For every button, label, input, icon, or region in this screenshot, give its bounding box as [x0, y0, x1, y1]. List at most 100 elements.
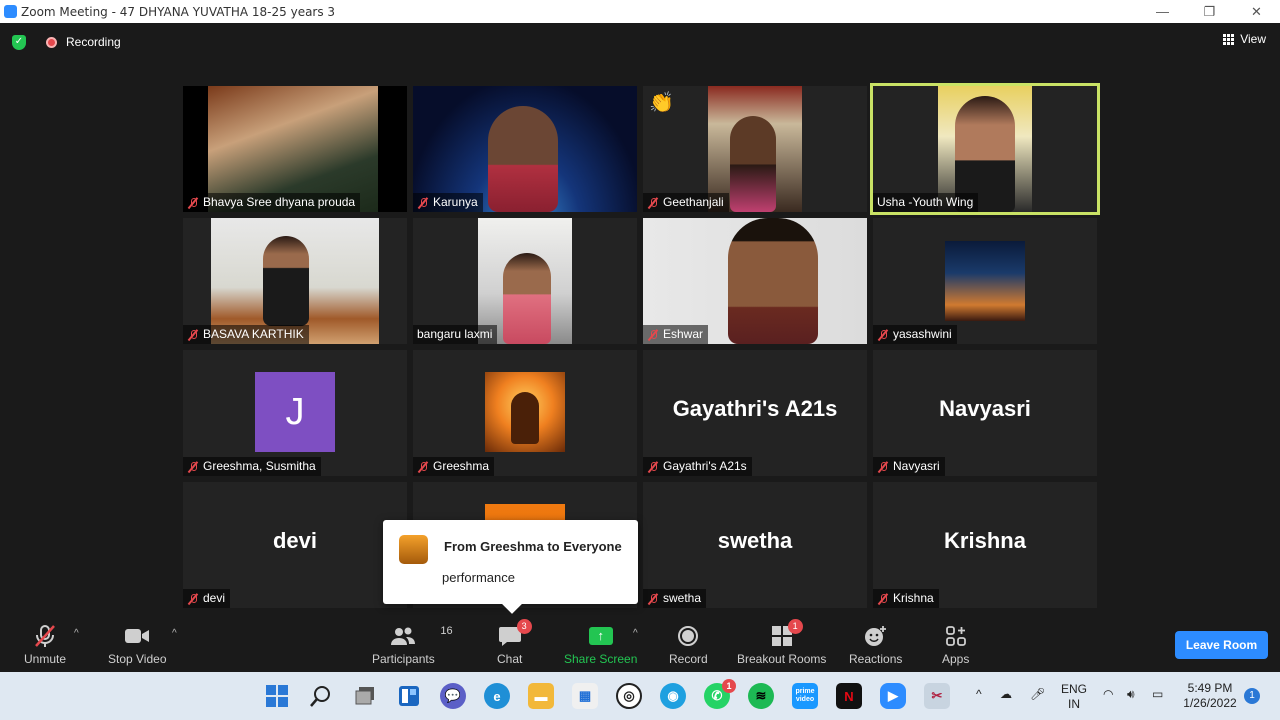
mic-muted-icon: [187, 461, 199, 473]
participant-name-label: Greeshma: [413, 457, 495, 476]
microphone-icon[interactable]: 🎤︎: [1030, 687, 1045, 702]
grid-view-icon: [1223, 33, 1235, 45]
onedrive-icon[interactable]: ☁: [1000, 687, 1012, 702]
tray-overflow-chevron[interactable]: ^: [976, 687, 982, 702]
recording-label: Recording: [66, 35, 121, 49]
participant-tile-active-speaker[interactable]: Usha -Youth Wing: [870, 83, 1100, 215]
reactions-button[interactable]: Reactions: [849, 622, 902, 666]
chat-button[interactable]: 3 Chat: [497, 619, 532, 666]
restore-button[interactable]: ❐: [1186, 0, 1233, 23]
reaction-clap-icon: 👏: [649, 92, 674, 114]
participant-tile[interactable]: Krishna Krishna: [873, 482, 1097, 608]
battery-icon[interactable]: ▭: [1152, 687, 1163, 702]
breakout-rooms-icon: 1: [771, 619, 803, 650]
participant-tile[interactable]: 👏 Geethanjali: [643, 86, 867, 212]
participants-button[interactable]: 16 Participants: [372, 622, 453, 666]
smiley-icon: [864, 622, 888, 650]
chat-notification-message: performance: [442, 570, 515, 585]
view-button[interactable]: View: [1223, 32, 1266, 46]
participant-tile[interactable]: Karunya: [413, 86, 637, 212]
zoom-taskbar-icon[interactable]: ▶: [880, 683, 906, 709]
mic-muted-icon: [647, 197, 659, 209]
mic-muted-icon: [417, 461, 429, 473]
mic-muted-icon: [877, 593, 889, 605]
minimize-button[interactable]: —: [1139, 0, 1186, 23]
video-camera-icon: [124, 622, 150, 650]
apps-button[interactable]: Apps: [942, 622, 969, 666]
participant-name-label: yasashwini: [873, 325, 957, 344]
meeting-toolbar: Unmute ^ Stop Video ^ 16 Participants 3 …: [0, 619, 1280, 672]
chat-notification[interactable]: From Greeshma to Everyone performance: [383, 520, 638, 614]
share-screen-icon: ↑: [588, 622, 613, 650]
zoom-logo-icon: [4, 5, 17, 18]
audio-options-caret[interactable]: ^: [74, 628, 79, 639]
wifi-icon[interactable]: ◠: [1103, 687, 1113, 702]
profile-image: [945, 241, 1025, 321]
recording-icon: [46, 37, 57, 48]
edge-browser-icon[interactable]: e: [484, 683, 510, 709]
mic-muted-icon: [877, 461, 889, 473]
participant-tile[interactable]: Bhavya Sree dhyana prouda: [183, 86, 407, 212]
windows-taskbar: 💬 e ▬ ▦ ◎ ◉ ✆ 1 ≋ prime video N ▶ ✂ ^ ☁ 🎤…: [0, 672, 1280, 720]
participants-count: 16: [440, 625, 453, 637]
netflix-icon[interactable]: N: [836, 683, 862, 709]
language-indicator[interactable]: ENG IN: [1060, 682, 1088, 712]
file-explorer-icon[interactable]: ▬: [528, 683, 554, 709]
spotify-icon[interactable]: ≋: [748, 683, 774, 709]
participant-name-label: devi: [183, 589, 231, 608]
whatsapp-icon[interactable]: ✆ 1: [704, 679, 736, 709]
unmute-button[interactable]: Unmute: [24, 622, 66, 666]
participant-name-label: Geethanjali: [643, 193, 729, 212]
volume-icon[interactable]: 🔊︎: [1127, 687, 1135, 702]
view-label: View: [1240, 32, 1266, 46]
teams-chat-icon[interactable]: 💬: [440, 683, 466, 709]
meeting-area: ✓ Recording View Bhavya Sree dhyana prou…: [0, 23, 1280, 620]
mic-muted-icon: [647, 329, 659, 341]
clock[interactable]: 5:49 PM 1/26/2022: [1178, 681, 1242, 711]
chrome-app-icon[interactable]: ◉: [660, 683, 686, 709]
mic-muted-icon: [647, 461, 659, 473]
stop-video-button[interactable]: Stop Video: [108, 622, 167, 666]
record-icon: [677, 622, 699, 650]
participant-name-label: Navyasri: [873, 457, 945, 476]
breakout-badge: 1: [787, 619, 803, 634]
mic-muted-icon: [187, 329, 199, 341]
participant-tile[interactable]: bangaru laxmi: [413, 218, 637, 344]
share-options-caret[interactable]: ^: [633, 628, 638, 639]
app-icon[interactable]: ◎: [616, 683, 642, 709]
mic-muted-icon: [647, 593, 659, 605]
windows-start-icon[interactable]: [264, 683, 290, 709]
breakout-rooms-button[interactable]: 1 Breakout Rooms: [737, 619, 826, 666]
leave-room-button[interactable]: Leave Room: [1175, 631, 1268, 659]
participant-tile[interactable]: BASAVA KARTHIK: [183, 218, 407, 344]
prime-video-icon[interactable]: prime video: [792, 683, 818, 709]
participant-tile[interactable]: Navyasri Navyasri: [873, 350, 1097, 476]
window-titlebar: Zoom Meeting - 47 DHYANA YUVATHA 18-25 y…: [0, 0, 1280, 23]
record-button[interactable]: Record: [669, 622, 708, 666]
whatsapp-badge: 1: [722, 679, 736, 693]
close-button[interactable]: ✕: [1233, 0, 1280, 23]
participant-tile[interactable]: Greeshma: [413, 350, 637, 476]
participant-name-label: Eshwar: [643, 325, 709, 344]
mic-muted-icon: [187, 593, 199, 605]
participant-tile[interactable]: Eshwar: [643, 218, 867, 344]
snipping-tool-icon[interactable]: ✂: [924, 683, 950, 709]
mic-muted-icon: [877, 329, 889, 341]
share-screen-button[interactable]: ↑ Share Screen: [564, 622, 637, 666]
shield-icon[interactable]: ✓: [12, 35, 26, 50]
participant-tile[interactable]: Gayathri's A21s Gayathri's A21s: [643, 350, 867, 476]
search-icon[interactable]: [308, 683, 334, 709]
participant-name-label: Gayathri's A21s: [643, 457, 752, 476]
apps-icon: [945, 622, 967, 650]
notification-badge[interactable]: 1: [1244, 688, 1260, 704]
store-icon[interactable]: ▦: [572, 683, 598, 709]
participant-tile[interactable]: swetha swetha: [643, 482, 867, 608]
mic-off-icon: [34, 622, 56, 650]
video-options-caret[interactable]: ^: [172, 628, 177, 639]
participant-tile[interactable]: devi devi: [183, 482, 407, 608]
participants-icon: 16: [390, 622, 453, 650]
widgets-icon[interactable]: [396, 683, 422, 709]
participant-tile[interactable]: yasashwini: [873, 218, 1097, 344]
task-view-icon[interactable]: [352, 683, 378, 709]
participant-tile[interactable]: J Greeshma, Susmitha: [183, 350, 407, 476]
